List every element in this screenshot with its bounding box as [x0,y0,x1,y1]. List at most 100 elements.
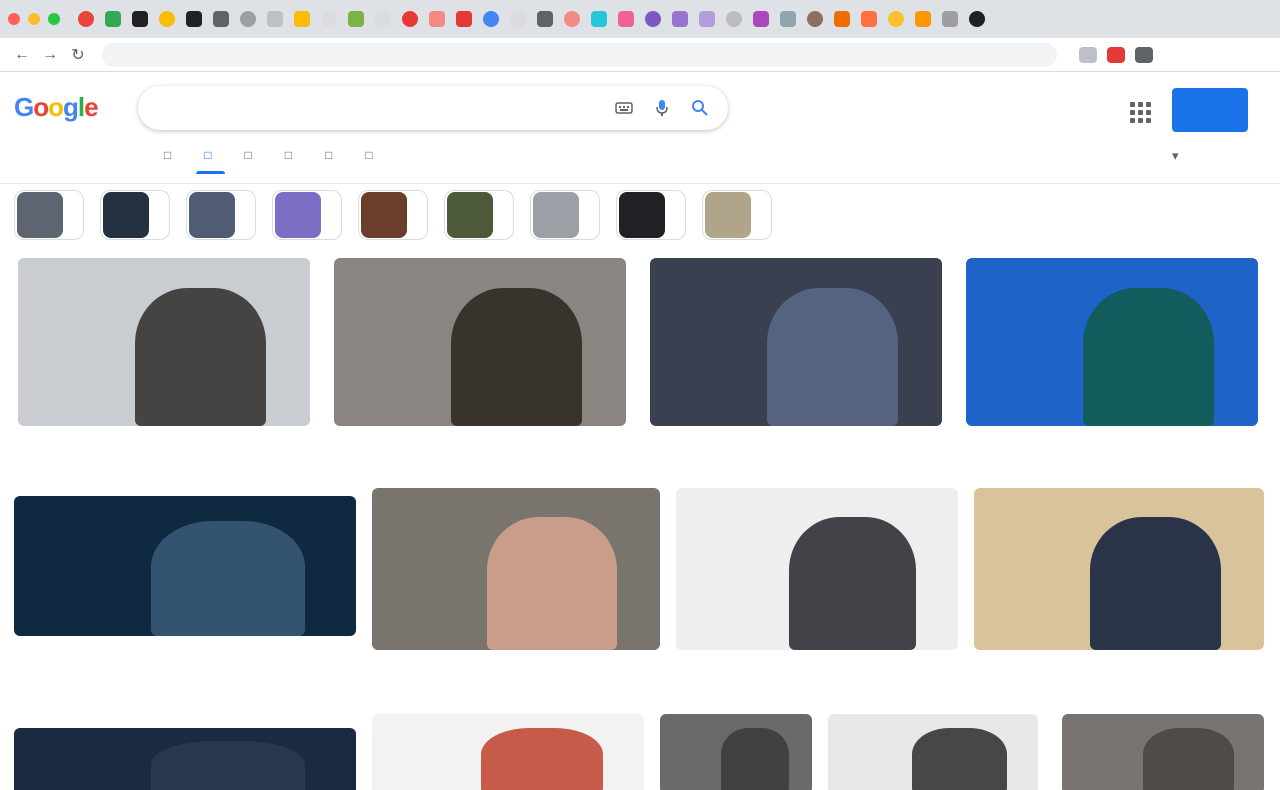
search-tab[interactable]: □ [311,140,351,174]
search-tab[interactable] [420,140,448,174]
image-thumbnail[interactable] [18,258,310,426]
image-thumbnail[interactable] [372,488,660,650]
tab-favicon[interactable] [267,11,283,27]
image-result[interactable] [828,714,1038,790]
tab-favicon[interactable] [780,11,796,27]
image-result[interactable] [334,258,626,437]
tab-favicon[interactable] [564,11,580,27]
image-thumbnail[interactable] [334,258,626,426]
related-search-chip[interactable] [272,190,342,240]
tab-favicon[interactable] [213,11,229,27]
image-result[interactable] [966,258,1258,437]
image-thumbnail[interactable] [660,714,812,790]
tab-favicon[interactable] [699,11,715,27]
reload-icon[interactable]: ↻ [66,43,90,67]
related-search-chip[interactable] [100,190,170,240]
image-thumbnail[interactable] [650,258,942,426]
zoom-window-button[interactable] [48,13,60,25]
image-thumbnail[interactable] [1062,714,1264,790]
tab-favicon[interactable] [591,11,607,27]
image-thumbnail[interactable] [828,714,1038,790]
image-result[interactable] [372,488,660,661]
search-tab[interactable]: □ [271,140,311,174]
keyboard-icon[interactable] [612,96,636,120]
apps-grid-icon[interactable] [1128,100,1152,124]
related-search-chip[interactable] [702,190,772,240]
tab-favicon[interactable] [510,11,526,27]
tab-favicon[interactable] [402,11,418,27]
image-subject [1142,728,1234,790]
logo-letter: e [84,92,99,122]
tab-favicon[interactable] [753,11,769,27]
related-search-chip[interactable] [530,190,600,240]
image-thumbnail[interactable] [966,258,1258,426]
tab-favicon[interactable] [888,11,904,27]
microphone-icon[interactable] [650,96,674,120]
tab-favicon[interactable] [672,11,688,27]
tab-favicon[interactable] [645,11,661,27]
tab-favicon[interactable] [969,11,985,27]
image-result[interactable] [18,258,310,437]
image-thumbnail[interactable] [676,488,958,650]
image-result[interactable] [372,714,644,790]
search-tab[interactable]: □ [150,140,190,174]
tab-favicon[interactable] [132,11,148,27]
tab-favicon[interactable] [915,11,931,27]
search-tab[interactable]: □ [231,140,271,174]
tab-favicon[interactable] [240,11,256,27]
search-box[interactable] [138,86,728,130]
google-logo[interactable]: Google [14,92,99,123]
address-bar[interactable] [102,42,1057,67]
tab-favicon[interactable] [294,11,310,27]
news-icon: □ [284,148,292,162]
image-result[interactable] [974,488,1264,661]
image-result[interactable] [14,496,356,647]
related-search-chip[interactable] [444,190,514,240]
related-search-chip[interactable] [358,190,428,240]
safesearch-menu[interactable]: ▾ [1168,148,1179,164]
tab-favicon[interactable] [348,11,364,27]
tab-favicon[interactable] [807,11,823,27]
image-thumbnail[interactable] [372,714,644,790]
tab-favicon[interactable] [483,11,499,27]
tab-favicon[interactable] [429,11,445,27]
tab-favicon[interactable] [321,11,337,27]
tab-favicon[interactable] [375,11,391,27]
image-subject [150,521,305,636]
related-search-chip[interactable] [14,190,84,240]
image-result[interactable] [660,714,812,790]
tab-favicon[interactable] [726,11,742,27]
search-tab[interactable] [392,140,420,174]
tab-favicon[interactable] [537,11,553,27]
forward-arrow-icon[interactable]: → [38,43,62,67]
image-thumbnail[interactable] [14,496,356,636]
sign-in-button[interactable] [1172,88,1248,132]
related-search-chip[interactable] [616,190,686,240]
tab-favicon[interactable] [456,11,472,27]
search-tab[interactable]: □ [190,140,230,174]
search-tab[interactable]: □ [351,140,391,174]
tab-favicon[interactable] [861,11,877,27]
tab-favicon[interactable] [618,11,634,27]
related-search-chip[interactable] [186,190,256,240]
image-thumbnail[interactable] [974,488,1264,650]
extension-icon[interactable] [1107,46,1125,63]
tab-favicon[interactable] [942,11,958,27]
extension-icon[interactable] [1135,46,1153,63]
close-window-button[interactable] [8,13,20,25]
image-result[interactable] [676,488,958,661]
search-icon[interactable] [688,96,712,120]
image-result[interactable] [650,258,942,437]
tab-favicon[interactable] [186,11,202,27]
extension-icon[interactable] [1079,46,1097,63]
minimize-window-button[interactable] [28,13,40,25]
tab-favicon[interactable] [159,11,175,27]
tab-favicon[interactable] [834,11,850,27]
back-arrow-icon[interactable]: ← [10,43,34,67]
image-result[interactable] [14,728,356,790]
image-subject [150,740,305,790]
image-thumbnail[interactable] [14,728,356,790]
image-result[interactable] [1062,714,1264,790]
tab-favicon[interactable] [78,11,94,27]
tab-favicon[interactable] [105,11,121,27]
